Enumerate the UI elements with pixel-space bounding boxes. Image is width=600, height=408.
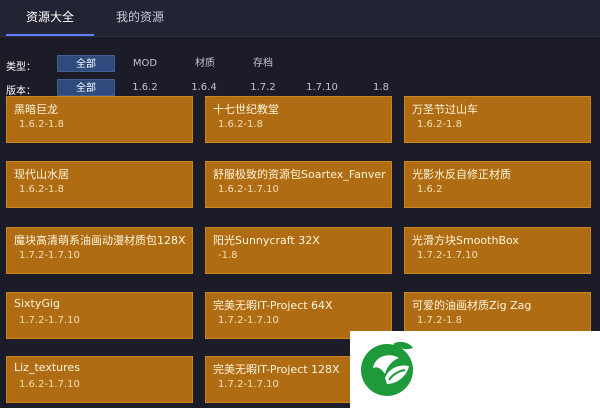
resource-card[interactable]: 黑暗巨龙 1.6.2-1.8 (6, 96, 193, 143)
resource-versions: 1.6.2-1.7.10 (19, 379, 80, 390)
resource-versions: 1.6.2-1.8 (19, 184, 64, 195)
resource-card[interactable]: 现代山水居 1.6.2-1.8 (6, 161, 193, 208)
resource-card[interactable]: 十七世纪教堂 1.6.2-1.8 (205, 96, 392, 143)
resource-title: SixtyGig (14, 297, 60, 310)
resource-versions: 1.7.2-1.8 (417, 315, 462, 326)
type-filter-mod[interactable]: MOD (122, 55, 168, 72)
resource-card[interactable]: Liz_textures 1.6.2-1.7.10 (6, 356, 193, 403)
resource-versions: 1.7.2-1.7.10 (19, 315, 80, 326)
version-filter-1-6-2[interactable]: 1.6.2 (123, 79, 167, 96)
resource-card[interactable]: 光滑方块SmoothBox 1.7.2-1.7.10 (404, 227, 591, 274)
resource-card[interactable]: SixtyGig 1.7.2-1.7.10 (6, 292, 193, 339)
resource-card[interactable]: 光影水反自修正材质 1.6.2 (404, 161, 591, 208)
tab-label: 我的资源 (115, 10, 164, 24)
resource-title: 可爱的油画材质Zig Zag (412, 299, 532, 312)
watermark-panel (350, 331, 600, 408)
type-filter-texture[interactable]: 材质 (182, 55, 228, 72)
resource-card[interactable]: 阳光Sunnycraft 32X -1.8 (205, 227, 392, 274)
version-filter-1-8[interactable]: 1.8 (360, 79, 402, 96)
resource-versions: 1.6.2-1.8 (19, 119, 64, 130)
type-filter-label: 类型： (6, 62, 36, 73)
resource-versions: 1.7.2-1.7.10 (218, 379, 279, 390)
resource-versions: -1.8 (218, 250, 238, 261)
resource-title: 光影水反自修正材质 (412, 168, 511, 181)
resource-versions: 1.6.2-1.7.10 (218, 184, 279, 195)
resource-title: 魔块高清萌系油画动漫材质包128X (14, 234, 186, 247)
resource-card[interactable]: 万圣节过山车 1.6.2-1.8 (404, 96, 591, 143)
resource-title: 光滑方块SmoothBox (412, 234, 519, 247)
top-tab-bar: 资源大全 我的资源 (0, 0, 600, 37)
version-filter-label: 版本： (6, 86, 36, 97)
resource-title: 万圣节过山车 (412, 103, 478, 116)
version-filter-1-7-10[interactable]: 1.7.10 (298, 79, 346, 96)
resource-title: 阳光Sunnycraft 32X (213, 234, 320, 247)
resource-title: 十七世纪教堂 (213, 103, 279, 116)
resource-versions: 1.6.2-1.8 (218, 119, 263, 130)
type-filter-all[interactable]: 全部 (57, 55, 115, 72)
type-filter-save[interactable]: 存档 (240, 55, 286, 72)
resource-card[interactable]: 舒服极致的资源包Soartex_Fanver 1.6.2-1.7.10 (205, 161, 392, 208)
resource-title: 现代山水居 (14, 168, 69, 181)
resource-title: 黑暗巨龙 (14, 103, 58, 116)
resource-title: 舒服极致的资源包Soartex_Fanver (213, 168, 386, 181)
resource-card[interactable]: 魔块高清萌系油画动漫材质包128X 1.7.2-1.7.10 (6, 227, 193, 274)
resource-versions: 1.7.2-1.7.10 (218, 315, 279, 326)
tab-label: 资源大全 (25, 10, 74, 24)
version-filter-1-6-4[interactable]: 1.6.4 (182, 79, 226, 96)
resource-versions: 1.7.2-1.7.10 (417, 250, 478, 261)
leaf-logo-icon (361, 341, 413, 396)
version-filter-all[interactable]: 全部 (57, 79, 115, 96)
version-filter-1-7-2[interactable]: 1.7.2 (241, 79, 285, 96)
resource-versions: 1.6.2 (417, 184, 443, 195)
resource-versions: 1.6.2-1.8 (417, 119, 462, 130)
resource-versions: 1.7.2-1.7.10 (19, 250, 80, 261)
resource-title: Liz_textures (14, 361, 80, 374)
tab-my-resources[interactable]: 我的资源 (100, 0, 180, 36)
resource-title: 完美无暇IT-Project 64X (213, 299, 333, 312)
active-tab-indicator (6, 34, 94, 36)
tab-resource-library[interactable]: 资源大全 (6, 0, 94, 36)
